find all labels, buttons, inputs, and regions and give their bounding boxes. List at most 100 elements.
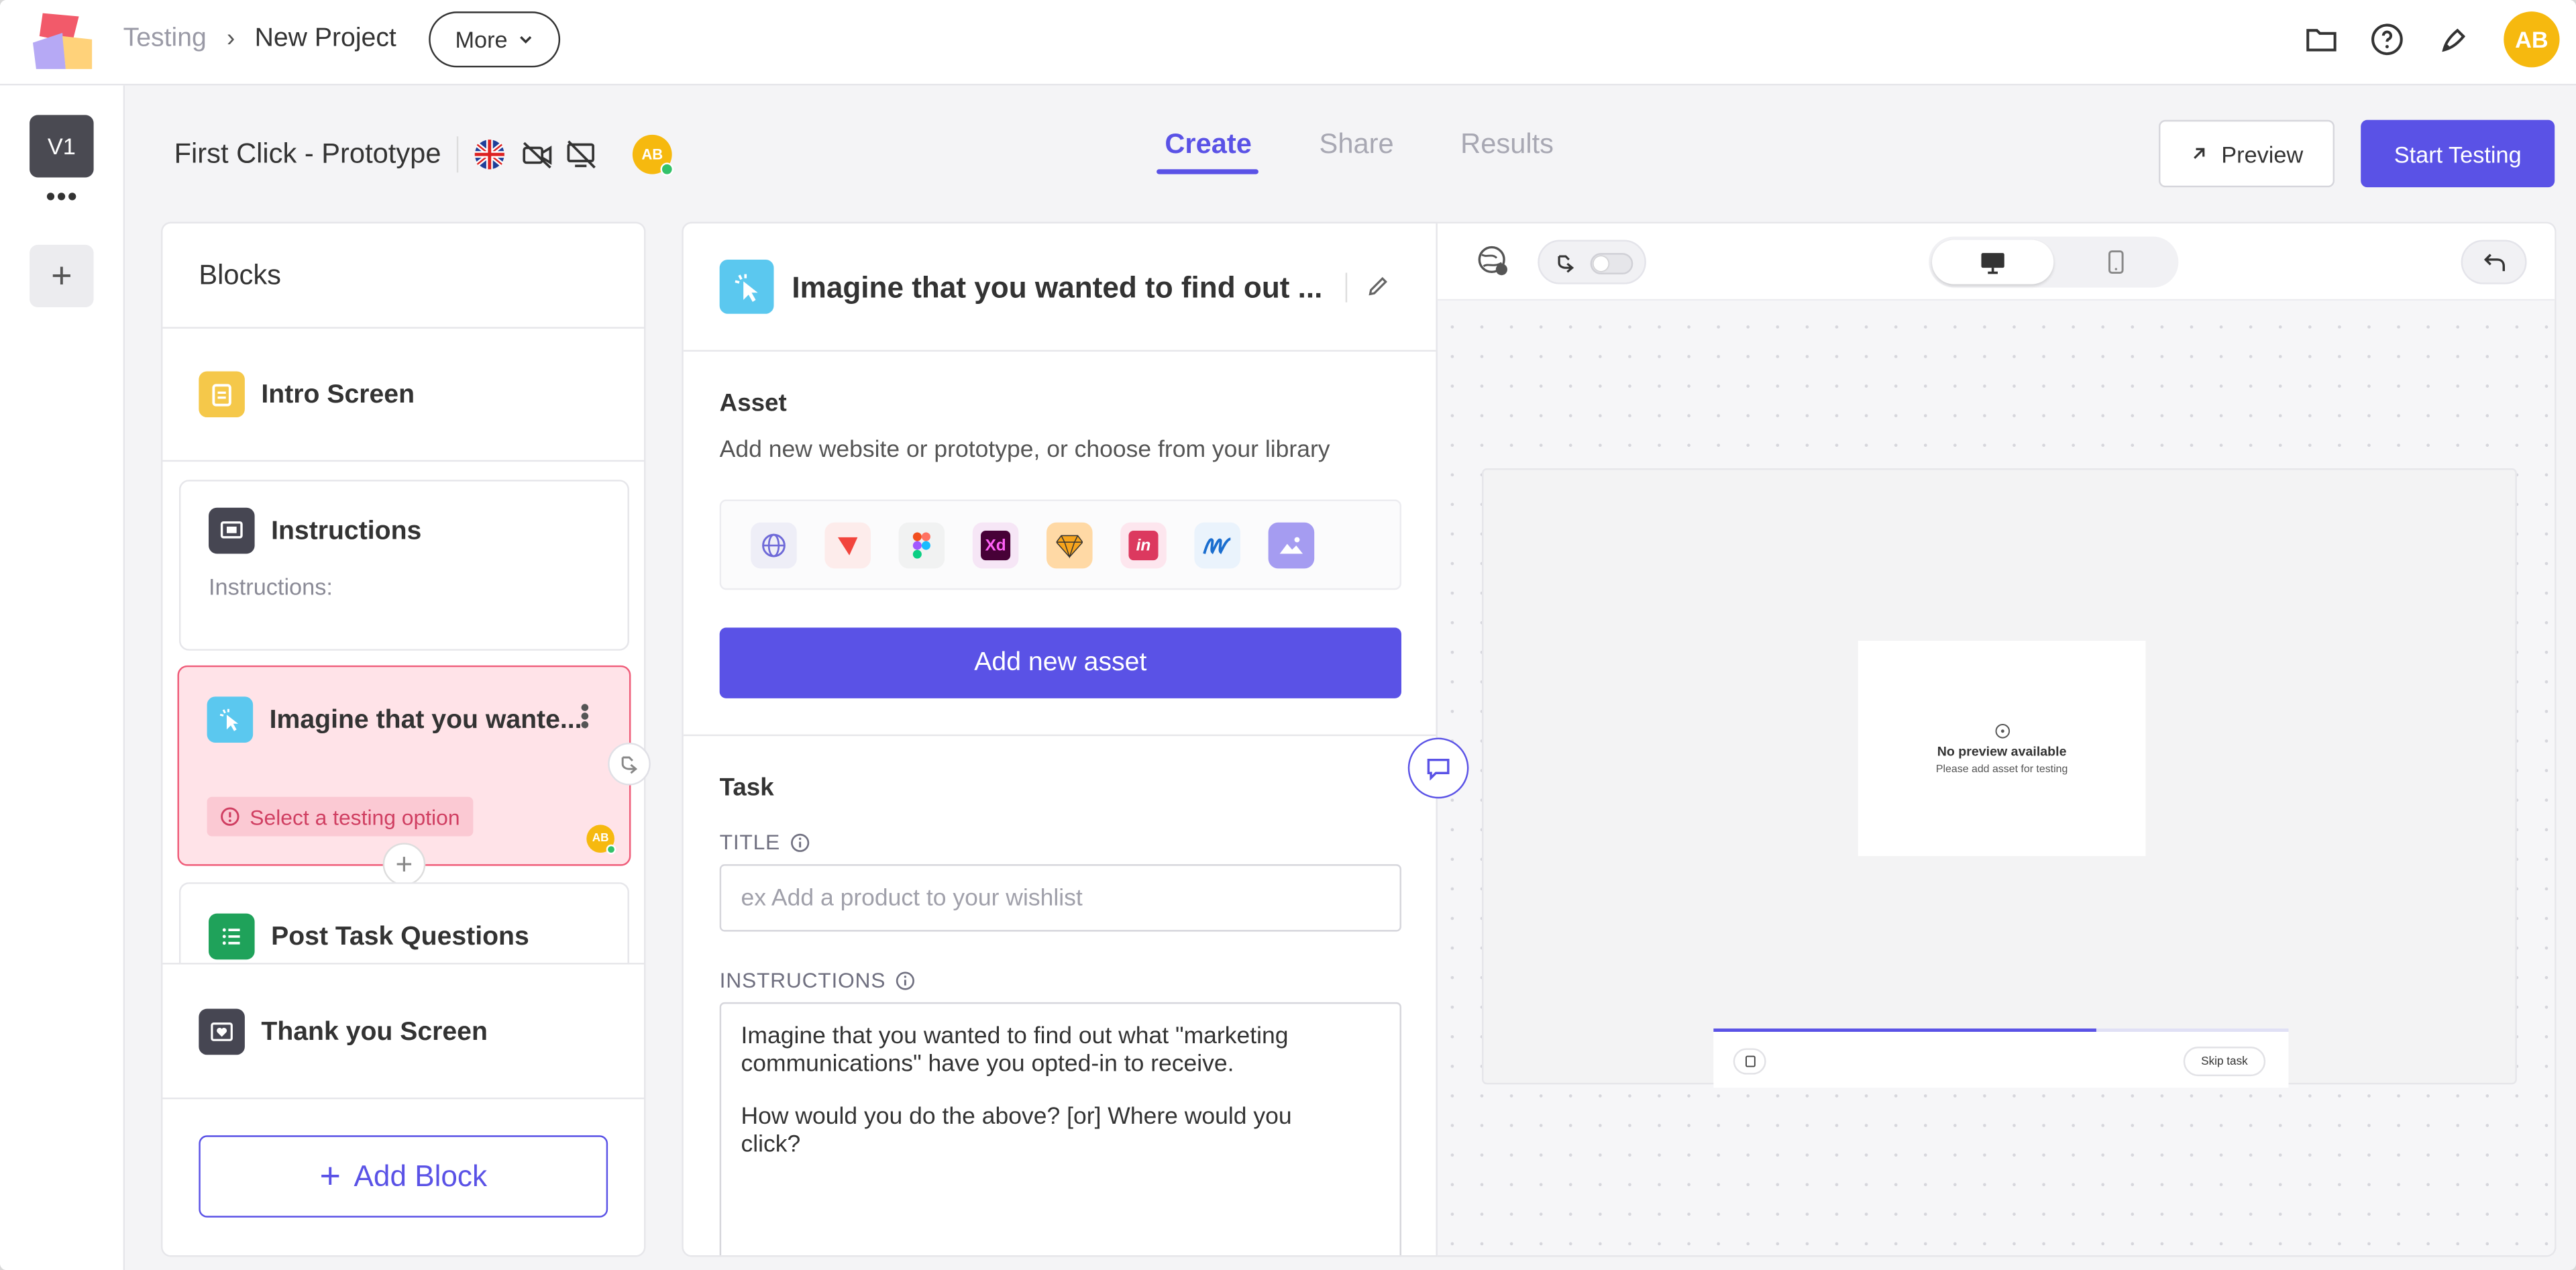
undo-icon bbox=[2483, 253, 2504, 270]
block-label: Instructions bbox=[271, 517, 422, 546]
camera-off-icon[interactable] bbox=[521, 138, 553, 171]
desktop-view-button[interactable] bbox=[1932, 240, 2054, 284]
block-editor-panel: Imagine that you wanted to find out ... … bbox=[682, 221, 1438, 1257]
figma-icon[interactable] bbox=[898, 522, 945, 569]
cursor-click-icon bbox=[719, 259, 774, 314]
online-status-dot bbox=[606, 844, 616, 855]
instructions-paragraph-2: How would you do the above? [or] Where w… bbox=[741, 1104, 1292, 1159]
breadcrumb-current: New Project bbox=[254, 24, 396, 53]
info-icon[interactable] bbox=[896, 970, 915, 990]
add-block-button[interactable]: + Add Block bbox=[199, 1135, 608, 1218]
title-label-text: TITLE bbox=[719, 829, 781, 855]
block-label: Intro Screen bbox=[261, 381, 415, 409]
edit-pencil-icon[interactable] bbox=[1367, 274, 1390, 297]
no-preview-subtitle: Please add asset for testing bbox=[1935, 763, 2068, 775]
invision-icon[interactable]: in bbox=[1120, 522, 1167, 569]
clipboard-icon bbox=[1744, 1055, 1755, 1067]
device-switcher bbox=[1929, 236, 2179, 288]
warning-text: Select a testing option bbox=[250, 804, 460, 829]
uk-flag-icon[interactable] bbox=[473, 138, 506, 171]
title-field-label: TITLE bbox=[719, 829, 810, 855]
cursor-click-icon bbox=[207, 696, 254, 743]
collaborator-initials: AB bbox=[641, 146, 663, 163]
block-subtitle: Instructions: bbox=[209, 573, 333, 600]
protopie-icon[interactable] bbox=[824, 522, 871, 569]
tab-results[interactable]: Results bbox=[1460, 128, 1554, 161]
version-rail: V1 ••• + bbox=[0, 85, 125, 1270]
block-title[interactable]: Imagine that you wanted to find out ... bbox=[792, 271, 1322, 305]
start-testing-button[interactable]: Start Testing bbox=[2361, 119, 2555, 188]
branching-toggle[interactable] bbox=[1538, 240, 1646, 284]
version-options-icon[interactable]: ••• bbox=[46, 184, 79, 213]
task-progress-bar bbox=[1713, 1028, 2096, 1032]
breadcrumb-parent[interactable]: Testing bbox=[123, 25, 207, 54]
divider bbox=[162, 460, 645, 462]
image-upload-icon[interactable] bbox=[1268, 522, 1315, 569]
chat-bubble-icon bbox=[1427, 757, 1450, 780]
block-instructions[interactable]: Instructions Instructions: bbox=[178, 480, 629, 651]
task-title-input[interactable]: ex Add a product to your wishlist bbox=[719, 864, 1401, 932]
preview-label: Preview bbox=[2221, 140, 2304, 167]
asset-description: Add new website or prototype, or choose … bbox=[719, 437, 1330, 464]
screen-record-off-icon[interactable] bbox=[565, 138, 598, 171]
add-block-label: Add Block bbox=[354, 1159, 488, 1192]
task-details-button[interactable] bbox=[1733, 1048, 1766, 1075]
collaborator-avatar[interactable]: AB bbox=[632, 134, 674, 176]
toggle-switch[interactable] bbox=[1590, 253, 1633, 274]
marvel-icon[interactable] bbox=[1194, 522, 1240, 569]
user-avatar[interactable]: AB bbox=[2504, 11, 2560, 68]
sketch-icon[interactable] bbox=[1046, 522, 1093, 569]
app-logo-icon[interactable] bbox=[30, 10, 95, 72]
help-icon[interactable] bbox=[2367, 19, 2407, 59]
comments-button[interactable] bbox=[1407, 737, 1469, 799]
toggle-knob bbox=[1593, 256, 1609, 272]
block-label: Post Task Questions bbox=[271, 923, 529, 951]
plus-icon: + bbox=[319, 1155, 341, 1196]
block-intro-screen[interactable]: Intro Screen bbox=[162, 329, 644, 460]
heart-card-icon bbox=[199, 1008, 245, 1055]
more-button[interactable]: More bbox=[429, 11, 561, 68]
instructions-label-text: INSTRUCTIONS bbox=[719, 967, 886, 993]
divider bbox=[1345, 272, 1348, 303]
mobile-view-button[interactable] bbox=[2057, 240, 2175, 284]
instructions-paragraph-1: Imagine that you wanted to find out what… bbox=[741, 1023, 1289, 1078]
block-first-click-task[interactable]: Imagine that you wante... ••• Select a t… bbox=[177, 665, 631, 866]
project-title[interactable]: First Click - Prototype bbox=[174, 138, 441, 171]
insert-block-button[interactable]: + bbox=[382, 843, 426, 886]
preview-canvas: No preview available Please add asset fo… bbox=[1437, 221, 2557, 1257]
clipboard-icon bbox=[199, 371, 245, 418]
list-icon bbox=[209, 913, 255, 960]
block-label: Imagine that you wante... bbox=[269, 706, 582, 735]
add-version-button[interactable]: + bbox=[30, 244, 94, 307]
block-label: Thank you Screen bbox=[261, 1018, 488, 1047]
chevron-down-icon bbox=[520, 36, 532, 44]
task-instructions-textarea[interactable]: Imagine that you wanted to find out what… bbox=[719, 1002, 1401, 1256]
undo-button[interactable] bbox=[2461, 240, 2527, 284]
warning-pill[interactable]: Select a testing option bbox=[207, 796, 474, 837]
branch-icon bbox=[1558, 255, 1574, 273]
divider bbox=[162, 1097, 645, 1100]
branch-logic-button[interactable] bbox=[608, 742, 651, 786]
skip-task-button[interactable]: Skip task bbox=[2183, 1047, 2266, 1077]
tab-create[interactable]: Create bbox=[1165, 128, 1252, 161]
accessibility-globe-icon[interactable] bbox=[1477, 245, 1510, 278]
website-globe-icon[interactable] bbox=[751, 522, 797, 569]
no-preview-title: No preview available bbox=[1937, 743, 2067, 759]
block-thank-you-screen[interactable]: Thank you Screen bbox=[162, 964, 645, 1100]
folder-icon[interactable] bbox=[2302, 19, 2341, 59]
info-icon[interactable] bbox=[790, 832, 810, 851]
kebab-menu-icon[interactable]: ••• bbox=[570, 703, 598, 729]
presentation-icon bbox=[209, 507, 255, 554]
task-bar: Skip task bbox=[1713, 1028, 2289, 1088]
add-new-asset-button[interactable]: Add new asset bbox=[719, 627, 1401, 698]
canvas-toolbar bbox=[1437, 223, 2555, 301]
tab-share[interactable]: Share bbox=[1320, 128, 1394, 161]
version-v1-button[interactable]: V1 bbox=[30, 115, 94, 178]
info-circle-icon bbox=[1994, 723, 2009, 738]
breadcrumb-chevron-icon: › bbox=[226, 24, 235, 53]
title-divider bbox=[456, 136, 459, 173]
adobe-xd-icon[interactable]: Xd bbox=[972, 522, 1019, 569]
divider bbox=[683, 734, 1436, 737]
preview-button[interactable]: Preview bbox=[2158, 119, 2335, 188]
rocket-icon[interactable] bbox=[2434, 19, 2474, 59]
